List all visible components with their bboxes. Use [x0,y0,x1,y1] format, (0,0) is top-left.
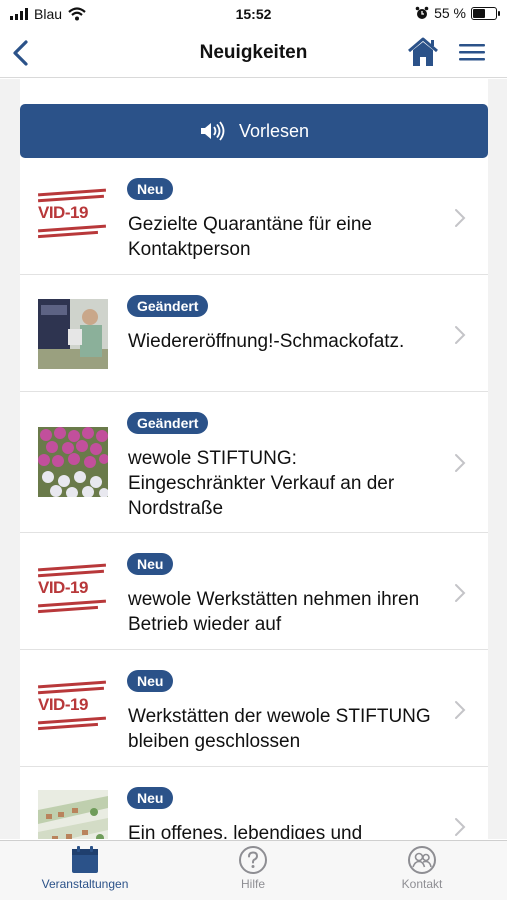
battery-percent: 55 % [434,5,466,21]
chevron-right-icon [455,209,466,227]
news-item[interactable]: Neu Ein offenes, lebendiges und [20,767,488,839]
news-title: Ein offenes, lebendiges und [128,823,363,839]
home-icon[interactable] [407,36,439,68]
tab-veranstaltungen[interactable]: Veranstaltungen [0,845,170,900]
status-badge: Neu [127,553,174,575]
status-right: 55 % [415,5,500,21]
news-title: Gezielte Quarantäne für eine Kontaktpers… [128,214,372,260]
news-title: wewole Werkstätten nehmen ihren Betrieb … [128,589,420,635]
contact-icon [408,846,436,874]
content-area: Vorlesen VID-19 Neu Gezielte Quarantäne … [0,79,507,839]
chevron-right-icon [455,326,466,344]
chevron-right-icon [455,818,466,836]
chevron-right-icon [455,701,466,719]
news-item[interactable]: Geändert Wiedereröffnung!-Schmackofatz. [20,275,488,392]
tab-kontakt[interactable]: Kontakt [337,845,507,900]
status-bar: Blau 15:52 55 % [0,0,507,30]
tab-label: Veranstaltungen [41,877,129,891]
status-badge: Neu [127,670,174,692]
news-title: Werkstätten der wewole STIFTUNG bleiben … [128,706,431,752]
chevron-right-icon [455,454,466,472]
status-badge: Neu [127,787,174,809]
calendar-icon [72,846,98,873]
tab-hilfe[interactable]: Hilfe [168,845,338,900]
read-aloud-label: Vorlesen [238,120,310,141]
covid-stamp-thumbnail: VID-19 [38,556,108,626]
status-badge: Geändert [127,412,209,434]
status-badge: Geändert [127,295,209,317]
news-item[interactable]: VID-19 Neu Werkstätten der wewole STIFTU… [20,650,488,767]
speaker-icon [200,121,225,141]
tab-bar: Veranstaltungen Hilfe Kontakt [0,840,507,900]
news-photo-thumbnail [38,427,108,497]
news-list: VID-19 Neu Gezielte Quarantäne für eine … [20,158,488,839]
tab-label: Kontakt [401,877,443,891]
read-aloud-button[interactable]: Vorlesen [20,104,488,158]
news-photo-thumbnail [38,790,108,839]
news-item[interactable]: Geändert wewole STIFTUNG: Eingeschränkte… [20,392,488,533]
news-photo-thumbnail [38,299,108,369]
news-item[interactable]: VID-19 Neu wewole Werkstätten nehmen ihr… [20,533,488,650]
news-title: Wiedereröffnung!-Schmackofatz. [128,331,405,352]
tab-label: Hilfe [240,877,265,891]
news-title: wewole STIFTUNG: Eingeschränkter Verkauf… [128,448,395,519]
covid-stamp-thumbnail: VID-19 [38,181,108,251]
chevron-right-icon [455,584,466,602]
covid-stamp-thumbnail: VID-19 [38,673,108,743]
help-icon [239,846,267,874]
nav-bar: Neuigkeiten [0,30,507,78]
status-badge: Neu [127,178,174,200]
hamburger-menu-icon[interactable] [458,40,486,64]
battery-fill [473,8,485,18]
news-item[interactable]: VID-19 Neu Gezielte Quarantäne für eine … [20,158,488,275]
alarm-icon [415,6,429,19]
battery-icon [471,6,500,20]
